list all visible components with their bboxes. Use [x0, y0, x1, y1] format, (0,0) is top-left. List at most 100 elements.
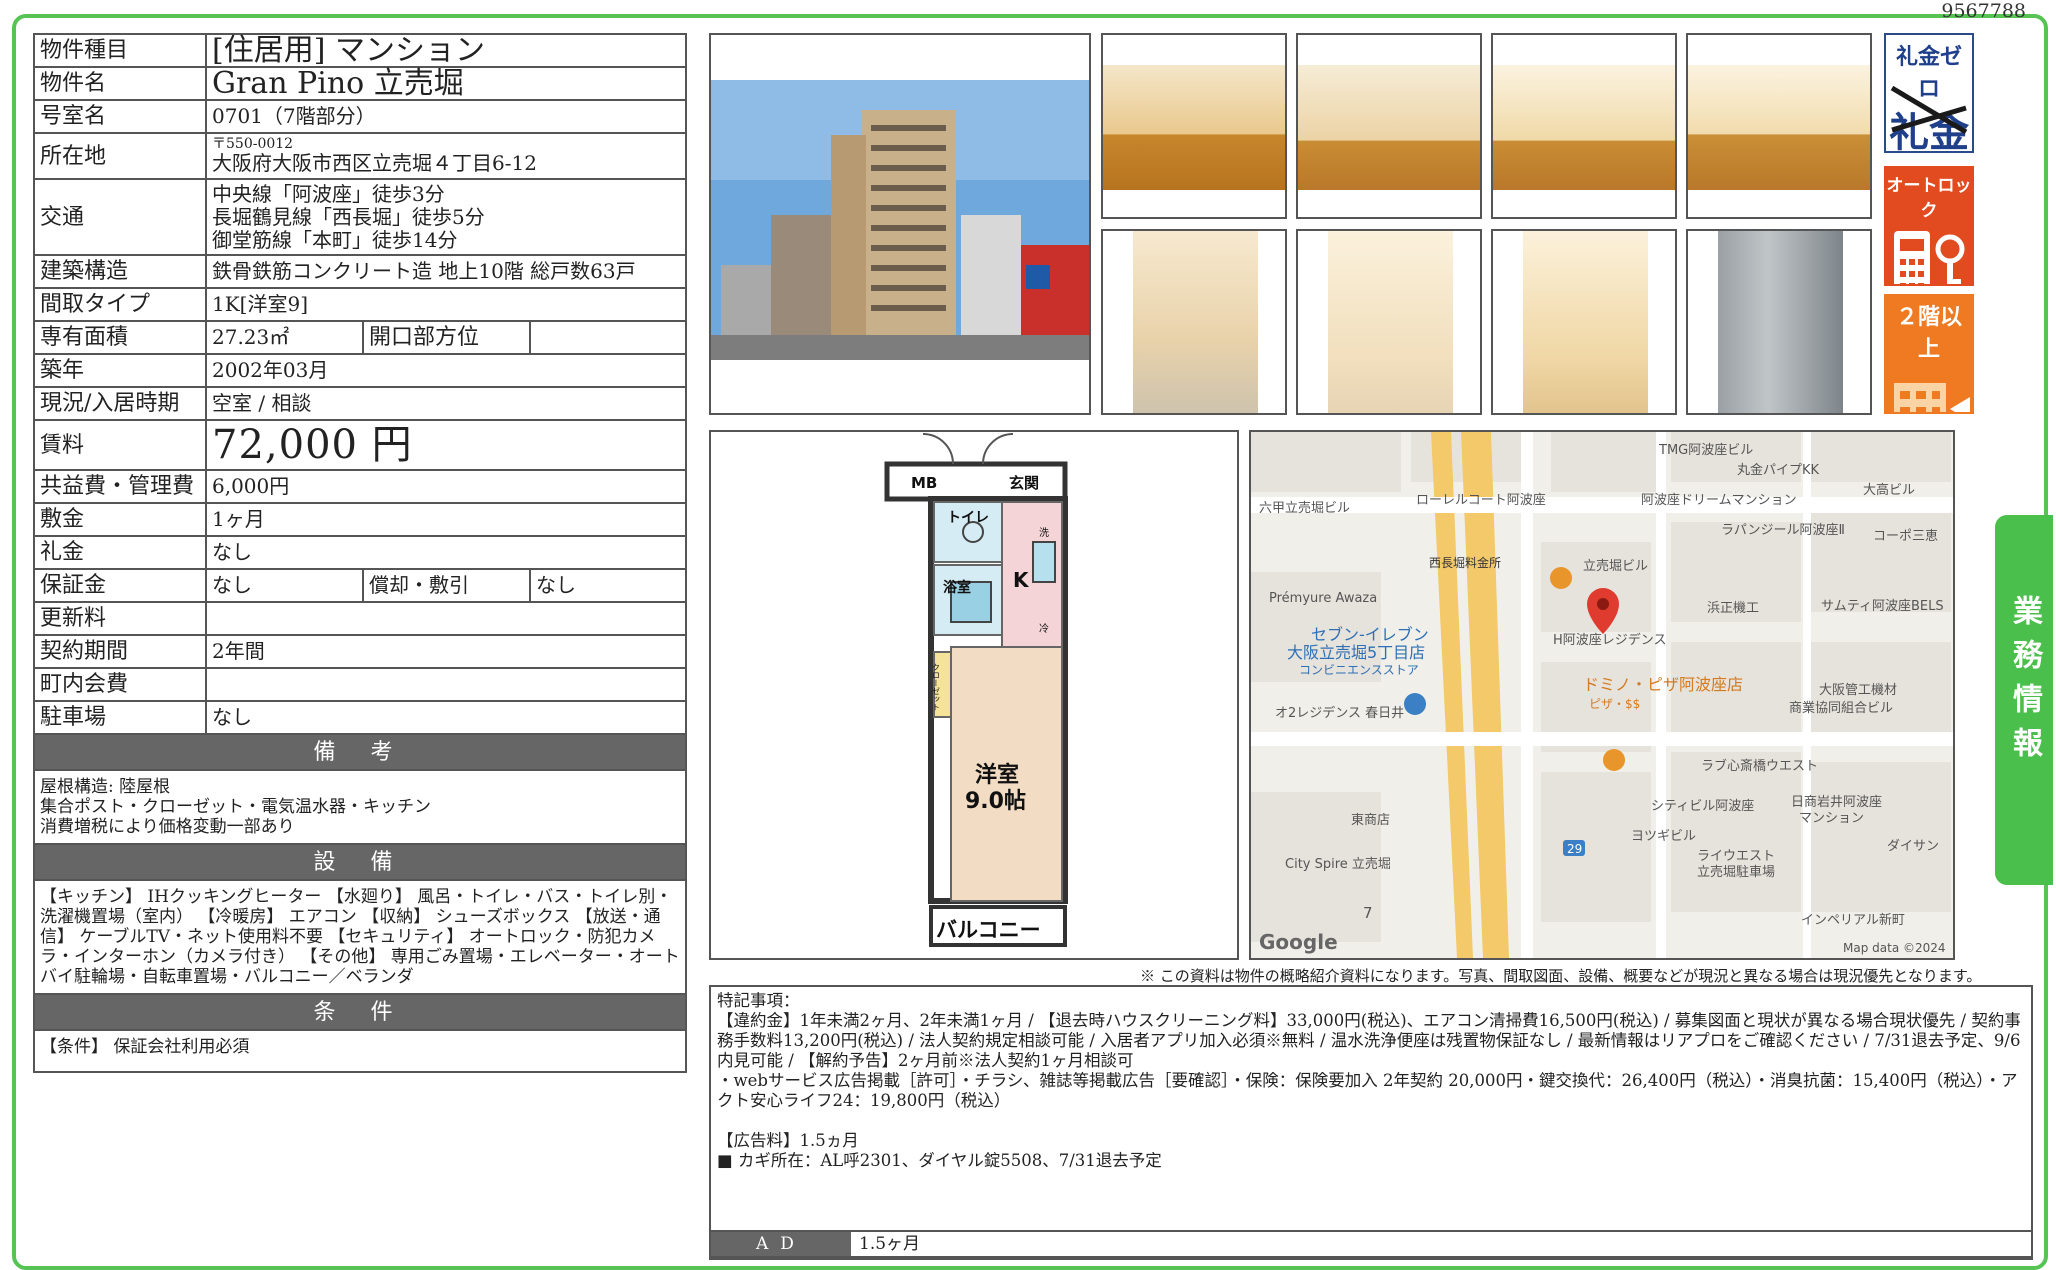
key-icon: [1894, 231, 1965, 284]
map-label: ラパンジール阿波座Ⅱ: [1721, 523, 1845, 538]
map-label: ピザ・$$: [1589, 697, 1640, 711]
value-status: 空室 / 相談: [205, 386, 687, 421]
map-label: H阿波座レジデンス: [1553, 632, 1667, 648]
map-label: 日商岩井阿波座: [1791, 795, 1882, 810]
badge-floor-label: ２階以上: [1895, 305, 1962, 362]
remark-line: 集合ポスト・クローゼット・電気温水器・キッチン: [40, 797, 431, 817]
value-rent: 72,000 円: [205, 419, 687, 471]
map-label: マンション: [1799, 811, 1864, 826]
restaurant-pin-icon: [1550, 567, 1572, 589]
ad-value: 1.5ヶ月: [859, 1234, 921, 1254]
label-guarantee: 保証金: [33, 568, 207, 603]
access-line: 中央線「阿波座」徒歩3分: [212, 181, 445, 206]
label-key-money: 礼金: [33, 535, 207, 570]
map-label: セブン-イレブン: [1311, 625, 1429, 644]
map-label: オ2レジデンス 春日井: [1275, 705, 1404, 721]
zip-code: 〒550-0012: [212, 136, 294, 152]
map-label: 西長堀料金所: [1429, 555, 1501, 570]
fp-bath: 浴室: [943, 579, 971, 596]
notes-line: 【違約金】1年未満2ヶ月、2年未満1ヶ月 / 【退去時ハウスクリーニング料】33…: [717, 1011, 2021, 1070]
label-built: 築年: [33, 353, 207, 388]
second-floor-badge: ２階以上: [1884, 294, 1974, 414]
interior-photo: [1296, 33, 1482, 219]
fp-entrance: 玄関: [1009, 474, 1039, 492]
document-number: 9567788: [1941, 0, 2026, 22]
label-amortization: 償却・敷引: [362, 568, 531, 603]
map-label: ローレルコート阿波座: [1416, 493, 1546, 508]
interior-photo: [1101, 33, 1287, 219]
property-table: 物件種目 [住居用] マンション 物件名 Gran Pino 立売堀 号室名 0701…: [33, 33, 687, 1073]
business-info-tab[interactable]: 業務情報: [1995, 515, 2053, 885]
label-rent: 賃料: [33, 419, 207, 471]
map-label: 阿波座ドリームマンション: [1641, 493, 1797, 508]
interior-photo: [1686, 33, 1872, 219]
value-amortization: なし: [529, 568, 687, 603]
label-structure: 建築構造: [33, 254, 207, 289]
label-community: 町内会費: [33, 667, 207, 702]
label-area: 専有面積: [33, 320, 207, 355]
notes-line: ■ カギ所在：AL呼2301、ダイヤル錠5508、7/31退去予定: [717, 1151, 1162, 1170]
no-key-money-badge: 礼金ゼロ 礼金: [1884, 33, 1974, 153]
remark-line: 屋根構造: 陸屋根: [40, 777, 171, 797]
disclaimer: ※ この資料は物件の概略紹介資料になります。写真、間取図面、設備、概要などが現況…: [1140, 967, 1982, 985]
label-term: 契約期間: [33, 634, 207, 669]
map-label: City Spire 立売堀: [1285, 856, 1391, 872]
label-fee: 共益費・管理費: [33, 469, 207, 504]
route-shield: 29: [1567, 842, 1582, 856]
store-pin-icon: [1404, 693, 1426, 715]
label-name: 物件名: [33, 66, 207, 101]
toilet-photo: [1296, 229, 1482, 415]
map-label: 六甲立売堀ビル: [1259, 500, 1350, 516]
map-label: インペリアル新町: [1801, 912, 1905, 928]
label-parking: 駐車場: [33, 700, 207, 735]
map-label: 浜正機工: [1707, 601, 1759, 616]
floor-plan-drawing: MB 玄関 トイレ 浴室 K 洗 冷 洋室 9.0帖 バルコニー クローゼット: [711, 432, 1237, 958]
map-attribution: Map data ©2024: [1843, 941, 1946, 955]
label-type: 物件種目: [33, 33, 207, 68]
fp-closet: クローゼット: [932, 663, 941, 711]
conditions-header: 条 件: [33, 993, 687, 1031]
restaurant-pin-icon: [1603, 749, 1625, 771]
fp-toilet: トイレ: [947, 510, 989, 526]
conditions-body: 【条件】 保証会社利用必須: [33, 1029, 687, 1073]
label-deposit: 敷金: [33, 502, 207, 537]
value-area: 27.23㎡: [205, 320, 364, 355]
map-label: ダイサン: [1887, 839, 1939, 854]
fp-washer: 洗: [1039, 527, 1049, 539]
notes-line: [717, 1111, 2025, 1131]
value-community: [205, 667, 687, 702]
cross-icon: [1890, 85, 1968, 135]
value-term: 2年間: [205, 634, 687, 669]
map-label: コンビニエンスストア: [1299, 663, 1419, 677]
value-parking: なし: [205, 700, 687, 735]
map-label: 丸金パイプKK: [1737, 462, 1820, 478]
badge-autolock-label: オートロック: [1886, 176, 1972, 221]
notes-header: 特記事項：: [717, 991, 800, 1010]
label-opening: 開口部方位: [362, 320, 531, 355]
google-logo: Google: [1259, 930, 1338, 954]
map-label: 7: [1363, 904, 1373, 922]
value-access: 中央線「阿波座」徒歩3分 長堀鶴見線「西長堀」徒歩5分 御堂筋線「本町」徒歩14…: [205, 178, 687, 256]
value-structure: 鉄骨鉄筋コンクリート造 地上10階 総戸数63戸: [205, 254, 687, 289]
value-deposit: 1ヶ月: [205, 502, 687, 537]
fp-room: 洋室: [975, 762, 1019, 788]
map-label: Prémyure Awaza: [1269, 591, 1377, 606]
value-name: Gran Pino 立売堀: [205, 66, 687, 101]
map-label: 大高ビル: [1863, 482, 1915, 498]
map-drawing: TMG阿波座ビル 丸金パイプKK 大高ビル 六甲立売堀ビル ローレルコート阿波座…: [1251, 432, 1953, 958]
value-type: [住居用] マンション: [205, 33, 687, 68]
map-label: シティビル阿波座: [1651, 799, 1754, 814]
value-fee: 6,000円: [205, 469, 687, 504]
map-label: コーポ三恵: [1873, 529, 1938, 544]
label-layout: 間取タイプ: [33, 287, 207, 322]
map-label: 大阪立売堀5丁目店: [1287, 643, 1425, 662]
fp-mb: MB: [911, 474, 937, 492]
map-label: ラブ心斎橋ウエスト: [1701, 758, 1818, 774]
access-line: 長堀鶴見線「西長堀」徒歩5分: [212, 204, 485, 229]
facilities-body: 【キッチン】 IHクッキングヒーター 【水廻り】 風呂・トイレ・バス・トイレ別・…: [33, 879, 687, 995]
location-map: TMG阿波座ビル 丸金パイプKK 大高ビル 六甲立売堀ビル ローレルコート阿波座…: [1249, 430, 1955, 960]
map-label: 商業協同組合ビル: [1789, 700, 1893, 716]
map-label: 大阪管工機材: [1819, 683, 1897, 698]
remarks-header: 備 考: [33, 733, 687, 771]
ad-label: AD: [711, 1232, 851, 1256]
